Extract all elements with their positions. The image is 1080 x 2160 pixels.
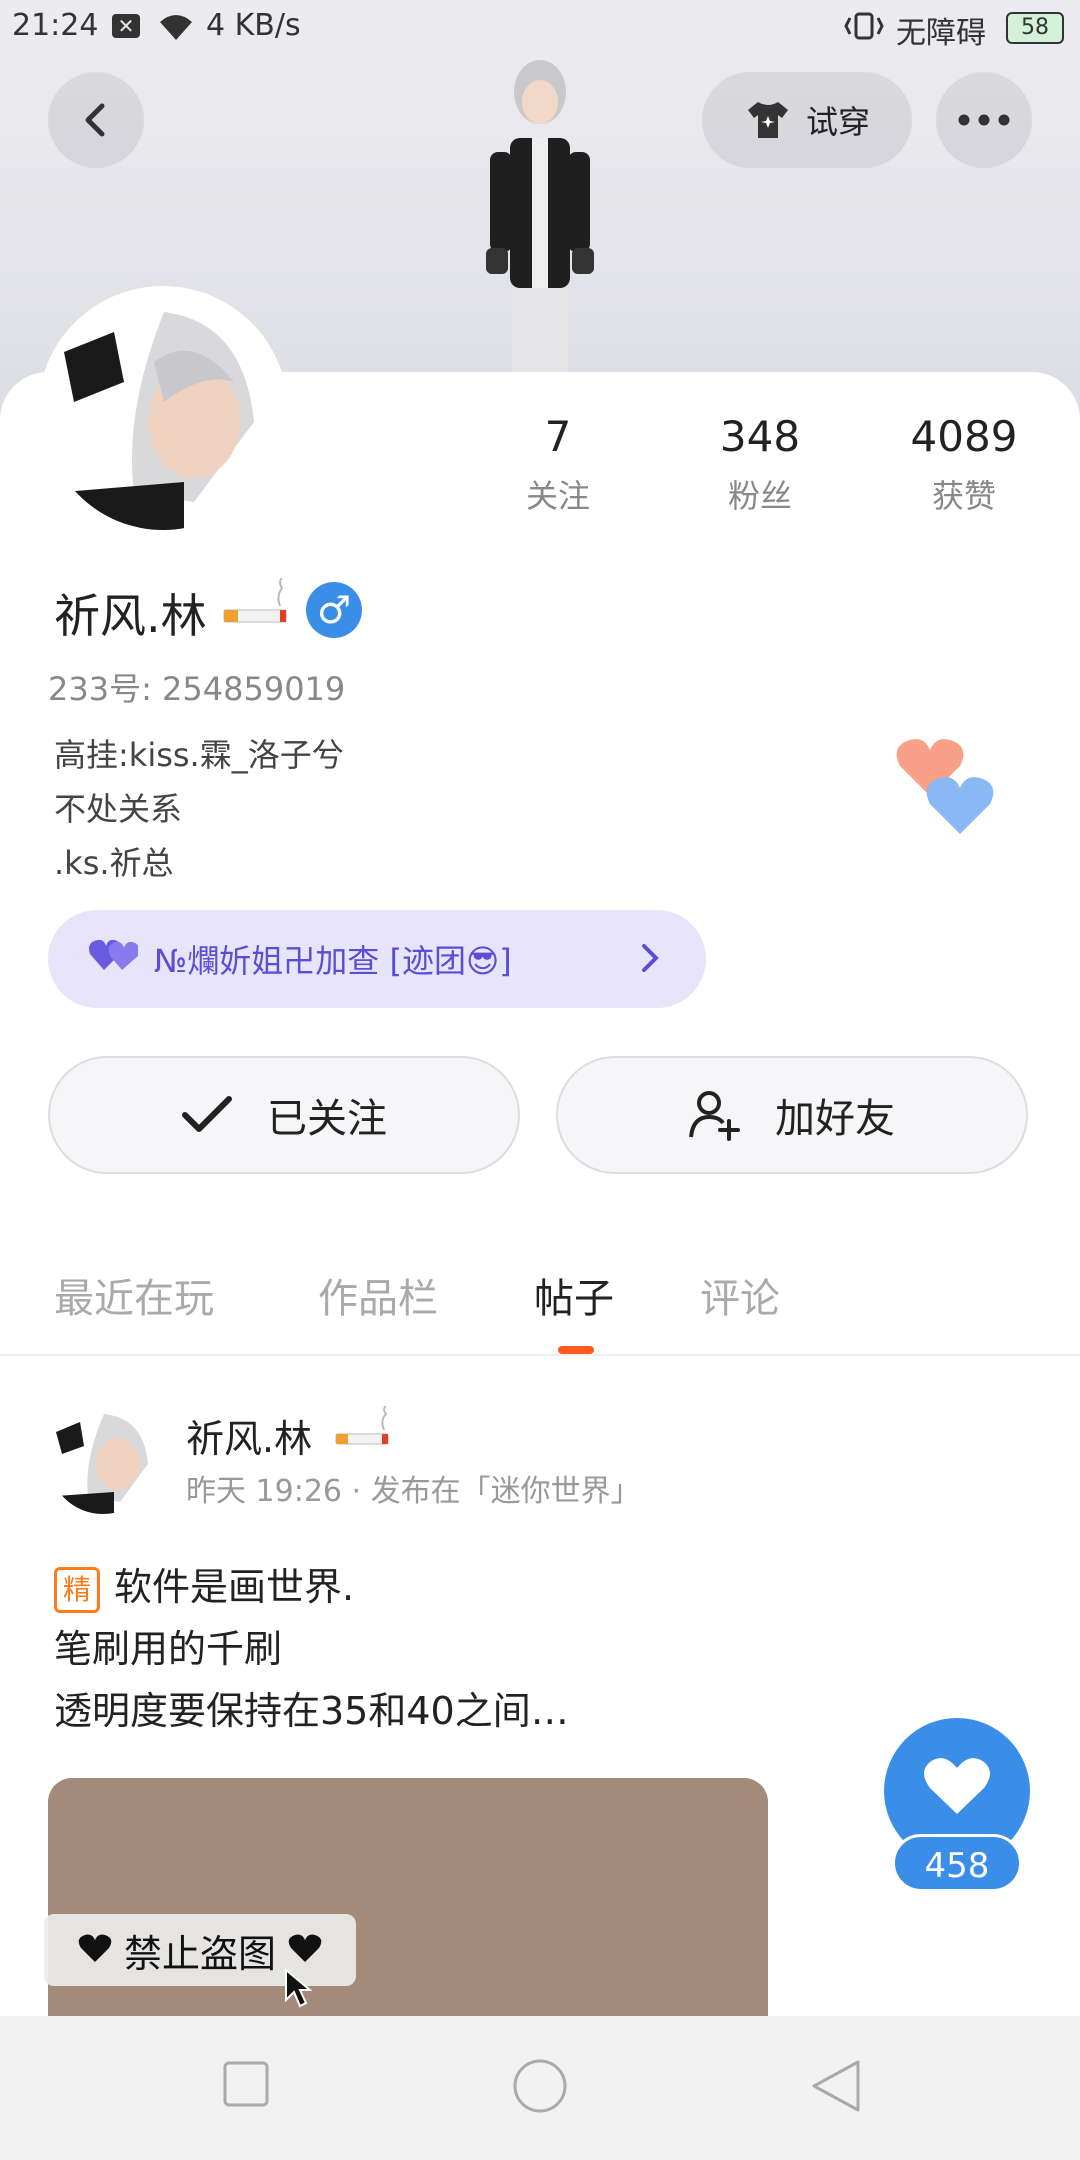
- like-count: 458: [892, 1834, 1022, 1892]
- hearts-decoration-icon: [894, 734, 1004, 842]
- profile-avatar[interactable]: [44, 292, 282, 530]
- post-meta: 昨天 19:26 · 发布在「迷你世界」: [186, 1474, 641, 1509]
- active-tab-indicator: [558, 1346, 594, 1354]
- profile-stats: 7 关注 348 粉丝 4089 获赞: [480, 412, 1080, 522]
- stat-likes[interactable]: 4089 获赞: [884, 412, 1044, 517]
- status-bar: 21:24 ✕ 4 KB/s 无障碍 58: [0, 0, 1080, 56]
- watermark-text: 禁止盗图: [123, 1931, 276, 1976]
- profile-uid[interactable]: 233号: 254859019: [48, 664, 345, 710]
- post-line: 笔刷用的千刷: [54, 1627, 283, 1671]
- following-label: 已关注: [267, 1096, 387, 1142]
- post-body[interactable]: 精软件是画世界. 笔刷用的千刷 透明度要保持在35和40之间…: [54, 1556, 569, 1742]
- status-time: 21:24: [12, 8, 99, 43]
- system-navigation-bar: [0, 2016, 1080, 2160]
- male-gender-icon: ♂: [306, 582, 362, 638]
- post-author-avatar[interactable]: [48, 1404, 158, 1514]
- stat-value: 7: [544, 412, 572, 461]
- black-heart-icon: [288, 1928, 322, 1972]
- bio-line: 高挂:kiss.霖_洛子兮: [54, 736, 344, 774]
- bio-line: 不处关系: [54, 790, 183, 828]
- post-line: 透明度要保持在35和40之间…: [54, 1689, 569, 1733]
- tab-posts[interactable]: 帖子: [534, 1266, 614, 1324]
- stat-value: 4089: [910, 412, 1018, 461]
- shirt-icon: [747, 102, 788, 138]
- tab-comments[interactable]: 评论: [700, 1266, 780, 1324]
- back-button[interactable]: [48, 72, 144, 168]
- recents-square-icon[interactable]: [222, 2060, 270, 2108]
- stat-fans[interactable]: 348 粉丝: [680, 412, 840, 517]
- cigarette-emoji-icon: [222, 577, 288, 632]
- 3d-avatar-figure[interactable]: [440, 52, 640, 372]
- try-on-button[interactable]: 试穿: [702, 72, 912, 168]
- add-friend-label: 加好友: [775, 1096, 895, 1142]
- stat-value: 348: [719, 412, 801, 461]
- back-triangle-icon[interactable]: [810, 2058, 862, 2114]
- stat-following[interactable]: 7 关注: [478, 412, 638, 517]
- tab-works[interactable]: 作品栏: [318, 1266, 438, 1324]
- add-friend-button[interactable]: 加好友: [556, 1056, 1028, 1174]
- bio-line: .ks.祈总: [54, 844, 174, 882]
- post-author-name[interactable]: 祈风.林: [186, 1408, 312, 1463]
- try-on-label: 试穿: [805, 103, 870, 141]
- stat-label: 获赞: [931, 477, 996, 515]
- vibrate-icon: [842, 10, 886, 50]
- featured-badge: 精: [54, 1566, 100, 1613]
- accessibility-status: 无障碍: [896, 16, 986, 51]
- network-speed: 4 KB/s: [206, 8, 301, 43]
- stat-label: 关注: [525, 477, 590, 515]
- wifi-icon: [156, 10, 196, 50]
- add-user-icon: [689, 1091, 740, 1141]
- profile-username: 祈风.林: [54, 589, 207, 643]
- tabs-divider: [0, 1354, 1080, 1356]
- battery-icon: 58: [1006, 12, 1064, 44]
- tab-recently-played[interactable]: 最近在玩: [54, 1266, 214, 1324]
- heart-icon: [924, 1758, 990, 1814]
- following-button[interactable]: 已关注: [48, 1056, 520, 1174]
- group-label: №爛妡姐卍加查 [迹团😎]: [154, 942, 512, 980]
- black-heart-icon: [78, 1928, 112, 1972]
- home-circle-icon[interactable]: [512, 2058, 568, 2114]
- more-dots-icon: [958, 114, 1010, 126]
- cigarette-emoji-icon: [334, 1405, 390, 1454]
- mouse-cursor-icon: [284, 1967, 313, 2012]
- check-icon: [182, 1096, 232, 1132]
- profile-tabs: 最近在玩 作品栏 帖子 评论: [0, 1256, 1080, 1356]
- chevron-left-icon: [85, 103, 105, 137]
- stat-label: 粉丝: [727, 477, 792, 515]
- chevron-right-icon: [642, 944, 659, 972]
- profile-bio: 高挂:kiss.霖_洛子兮 不处关系 .ks.祈总: [54, 728, 344, 890]
- purple-hearts-icon: [88, 938, 140, 980]
- notification-x-icon: ✕: [112, 14, 140, 38]
- more-options-button[interactable]: [936, 72, 1032, 168]
- post-line: 软件是画世界.: [114, 1565, 355, 1609]
- group-link[interactable]: №爛妡姐卍加查 [迹团😎]: [48, 910, 706, 1008]
